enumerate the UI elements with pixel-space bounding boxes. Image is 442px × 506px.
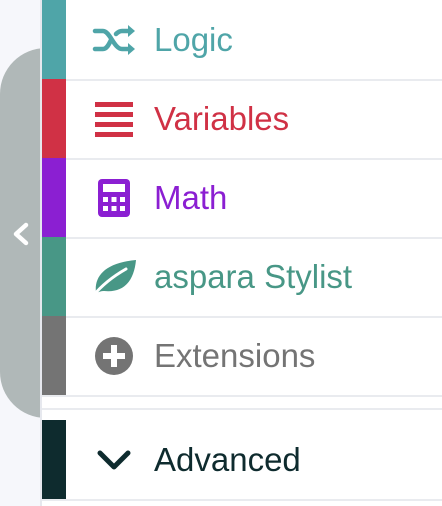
category-math[interactable]: Math xyxy=(42,158,442,239)
toolbox-separator xyxy=(42,398,442,410)
category-color-strip xyxy=(42,0,66,79)
category-label: Logic xyxy=(154,20,233,58)
category-label: Advanced xyxy=(154,440,301,478)
category-extensions[interactable]: Extensions xyxy=(42,316,442,397)
category-color-strip xyxy=(42,237,66,316)
toolbox-panel: Logic Variables Math aspara Stylist Exte… xyxy=(40,0,442,506)
category-aspara-stylist[interactable]: aspara Stylist xyxy=(42,237,442,318)
category-variables[interactable]: Variables xyxy=(42,79,442,160)
chevron-left-icon xyxy=(13,222,29,246)
category-label: Variables xyxy=(154,99,290,137)
category-color-strip xyxy=(42,158,66,237)
chevron-down-icon xyxy=(86,446,142,474)
category-label: Math xyxy=(154,178,228,216)
category-label: aspara Stylist xyxy=(154,257,353,295)
category-advanced[interactable]: Advanced xyxy=(42,420,442,501)
leaf-icon xyxy=(86,257,142,297)
category-logic[interactable]: Logic xyxy=(42,0,442,81)
toolbox-stage: Logic Variables Math aspara Stylist Exte… xyxy=(0,0,442,506)
category-color-strip xyxy=(42,79,66,158)
category-color-strip xyxy=(42,316,66,395)
category-label: Extensions xyxy=(154,336,316,374)
plus-circle-icon xyxy=(86,336,142,376)
category-color-strip xyxy=(42,420,66,499)
list-icon xyxy=(86,101,142,137)
calculator-icon xyxy=(86,178,142,218)
shuffle-icon xyxy=(86,23,142,57)
